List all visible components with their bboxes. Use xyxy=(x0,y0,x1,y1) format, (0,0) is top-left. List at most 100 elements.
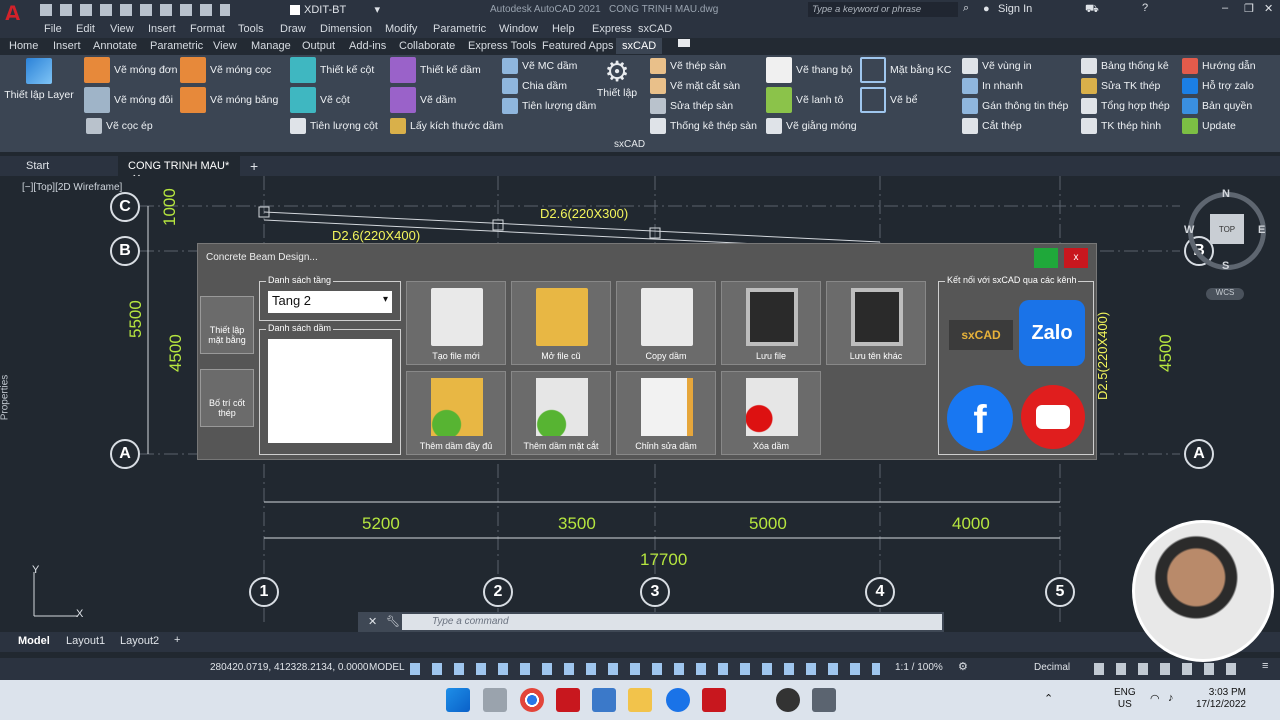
menu-sxcad[interactable]: sxCAD xyxy=(638,23,672,35)
tab-model[interactable]: Model xyxy=(18,635,50,647)
ribbon-huong-dan[interactable]: Hướng dẫn xyxy=(1182,57,1256,75)
ribbon-ve-mc-dam[interactable]: Vẽ MC dầm xyxy=(502,57,577,75)
search-input[interactable]: Type a keyword or phrase xyxy=(808,2,958,17)
tab-view[interactable]: View xyxy=(213,40,237,52)
calculator-icon[interactable] xyxy=(592,688,616,712)
new-tab-button[interactable]: + xyxy=(250,158,258,174)
menu-file[interactable]: File xyxy=(44,23,62,35)
menu-view[interactable]: View xyxy=(110,23,134,35)
tab-collaborate[interactable]: Collaborate xyxy=(399,40,455,52)
workspace-select[interactable]: XDIT-BT ▾ xyxy=(290,2,380,17)
menu-insert[interactable]: Insert xyxy=(148,23,176,35)
menu-tools[interactable]: Tools xyxy=(238,23,264,35)
copy-dam-button[interactable]: Copy dầm xyxy=(616,281,716,365)
close-button[interactable]: ✕ xyxy=(1264,2,1273,15)
tab-insert[interactable]: Insert xyxy=(53,40,81,52)
menu-parametric[interactable]: Parametric xyxy=(433,23,486,35)
dialog-minimize-button[interactable] xyxy=(1034,248,1058,268)
tab-annotate[interactable]: Annotate xyxy=(93,40,137,52)
restore-button[interactable]: ❐ xyxy=(1244,2,1254,15)
file-explorer-icon[interactable] xyxy=(628,688,652,712)
menu-help[interactable]: Help xyxy=(552,23,575,35)
menu-format[interactable]: Format xyxy=(190,23,225,35)
menu-express[interactable]: Express xyxy=(592,23,632,35)
tab-sxcad[interactable]: sxCAD xyxy=(616,38,663,54)
ribbon-tien-luong-cot[interactable]: Tiên lượng cột xyxy=(290,117,378,135)
status-toggles[interactable] xyxy=(410,663,880,675)
youtube-icon[interactable] xyxy=(1021,385,1085,449)
volume-icon[interactable]: ♪ xyxy=(1168,692,1174,704)
menu-window[interactable]: Window xyxy=(499,23,538,35)
ribbon-chia-dam[interactable]: Chia dầm xyxy=(502,77,567,95)
tab-layout1[interactable]: Layout1 xyxy=(66,635,105,647)
ribbon-layer-button[interactable]: Thiết lập Layer xyxy=(4,58,74,108)
ribbon-ve-thang-bo[interactable]: Vẽ thang bộ xyxy=(766,57,853,83)
ribbon-sua-tk-thep[interactable]: Sửa TK thép xyxy=(1081,77,1160,95)
recorder-icon[interactable] xyxy=(776,688,800,712)
ribbon-ve-mong-don[interactable]: Vẽ móng đơn xyxy=(84,57,178,83)
viewport-label[interactable]: [−][Top][2D Wireframe] xyxy=(22,182,122,193)
tab-drawing-active[interactable]: CONG TRINH MAU* ✕ xyxy=(118,156,240,185)
ribbon-ve-thep-san[interactable]: Vẽ thép sàn xyxy=(650,57,726,75)
wifi-icon[interactable]: ◠ xyxy=(1150,692,1160,705)
wcs-menu[interactable]: WCS xyxy=(1206,288,1244,300)
tab-addins[interactable]: Add-ins xyxy=(349,40,386,52)
close-command-icon[interactable]: ✕ xyxy=(368,615,377,628)
task-view-icon[interactable] xyxy=(483,688,507,712)
thiet-lap-mat-bang-button[interactable]: Thiết lập mặt bằng xyxy=(200,296,254,354)
ribbon-sua-thep-san[interactable]: Sửa thép sàn xyxy=(650,97,733,115)
them-dam-mat-cat-button[interactable]: Thêm dầm mặt cắt xyxy=(511,371,611,455)
tab-parametric[interactable]: Parametric xyxy=(150,40,203,52)
viewcube-west[interactable]: W xyxy=(1184,224,1194,236)
ribbon-lay-kich-thuoc-dam[interactable]: Lấy kích thước dầm xyxy=(390,117,503,135)
ribbon-ve-vung-in[interactable]: Vẽ vùng in xyxy=(962,57,1032,75)
menu-icon[interactable]: ≡ xyxy=(1262,660,1268,672)
ribbon-ve-mong-coc[interactable]: Vẽ móng cọc xyxy=(180,57,271,83)
status-tools[interactable] xyxy=(1094,663,1244,675)
ribbon-ve-giang-mong[interactable]: Vẽ giằng móng xyxy=(766,117,857,135)
zalo-channel-logo[interactable]: Zalo xyxy=(1019,300,1085,366)
menu-modify[interactable]: Modify xyxy=(385,23,417,35)
beam-list-box[interactable] xyxy=(268,339,392,443)
search-icon[interactable]: ⌕ xyxy=(963,2,969,15)
viewcube-south[interactable]: S xyxy=(1222,260,1229,272)
minimize-button[interactable]: – xyxy=(1222,2,1228,14)
viewcube-top-face[interactable]: TOP xyxy=(1210,214,1244,244)
add-layout-button[interactable]: + xyxy=(174,634,180,646)
ribbon-gan-thong-tin-thep[interactable]: Gán thông tin thép xyxy=(962,97,1068,115)
ribbon-tk-thep-hinh[interactable]: TK thép hình xyxy=(1081,117,1161,135)
floor-select[interactable]: Tang 2 ▾ xyxy=(268,291,392,313)
dialog-close-button[interactable]: x xyxy=(1064,248,1088,268)
tab-output[interactable]: Output xyxy=(302,40,335,52)
ribbon-ve-mong-bang[interactable]: Vẽ móng băng xyxy=(180,87,278,113)
properties-palette-label[interactable]: Properties xyxy=(0,375,10,421)
ribbon-thong-ke-thep-san[interactable]: Thống kê thép sàn xyxy=(650,117,757,135)
cart-icon[interactable]: ⛟ xyxy=(1085,3,1099,17)
xoa-dam-button[interactable]: Xóa dầm xyxy=(721,371,821,455)
coordinates-readout[interactable]: 280420.0719, 412328.2134, 0.0000 xyxy=(210,662,369,673)
app-taskbar-icon[interactable] xyxy=(812,688,836,712)
windows-start-icon[interactable] xyxy=(446,688,470,712)
clock[interactable]: 3:03 PM 17/12/2022 xyxy=(1194,687,1246,711)
menu-draw[interactable]: Draw xyxy=(280,23,306,35)
ribbon-ve-mat-cat-san[interactable]: Vẽ mặt cắt sàn xyxy=(650,77,740,95)
them-dam-day-du-button[interactable]: Thêm dầm đầy đủ xyxy=(406,371,506,455)
tao-file-moi-button[interactable]: Tạo file mới xyxy=(406,281,506,365)
chevron-up-icon[interactable]: ⌃ xyxy=(1044,692,1053,705)
ribbon-update[interactable]: Update xyxy=(1182,117,1236,135)
tab-options-icon[interactable] xyxy=(678,39,690,47)
mo-file-cu-button[interactable]: Mở file cũ xyxy=(511,281,611,365)
wrench-icon[interactable]: 🔧︎ xyxy=(386,615,400,628)
ribbon-tong-hop-thep[interactable]: Tổng hợp thép xyxy=(1081,97,1170,115)
quick-access-toolbar[interactable] xyxy=(40,4,230,16)
viewcube-east[interactable]: E xyxy=(1258,224,1265,236)
ribbon-ve-dam[interactable]: Vẽ dầm xyxy=(390,87,456,113)
tab-manage[interactable]: Manage xyxy=(251,40,291,52)
facebook-icon[interactable]: f xyxy=(947,385,1013,451)
units-select[interactable]: Decimal xyxy=(1034,662,1070,673)
zalo-taskbar-icon[interactable] xyxy=(666,688,690,712)
ribbon-thiet-ke-cot[interactable]: Thiết kế cột xyxy=(290,57,374,83)
ribbon-mat-bang-kc[interactable]: Mặt bằng KC xyxy=(860,57,951,83)
ribbon-thiet-ke-dam[interactable]: Thiết kế dầm xyxy=(390,57,481,83)
ribbon-ban-quyen[interactable]: Bản quyền xyxy=(1182,97,1252,115)
